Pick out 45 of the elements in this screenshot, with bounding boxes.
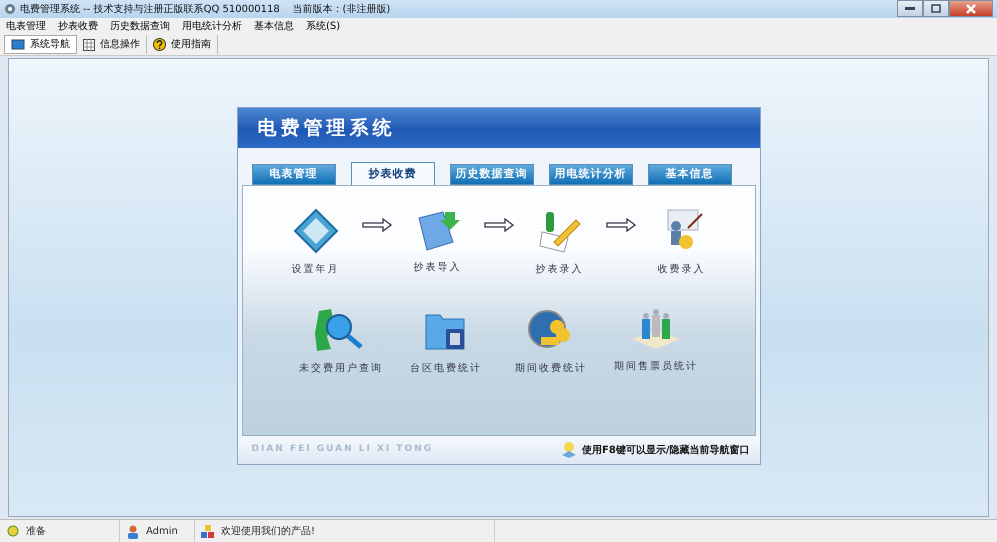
function-item[interactable]: 抄表录入: [520, 208, 600, 277]
status-text: 准备: [26, 524, 46, 539]
hint-text: 使用F8键可以显示/隐藏当前导航窗口: [582, 443, 750, 458]
lightbulb-icon: [560, 441, 578, 460]
function-item[interactable]: 设置年月: [276, 208, 356, 277]
function-item[interactable]: 未交费用户查询: [288, 307, 394, 376]
menu-item[interactable]: 用电统计分析: [182, 18, 242, 34]
function-item[interactable]: 期间收费统计: [498, 307, 604, 376]
minimize-icon: [905, 6, 915, 10]
toolbar-button[interactable]: 使用指南: [147, 35, 218, 54]
status-ready-icon: [6, 524, 20, 538]
function-item[interactable]: 期间售票员统计: [604, 307, 708, 374]
brand-text: DIAN FEI GUAN LI XI TONG: [252, 443, 434, 456]
close-button[interactable]: [949, 0, 993, 17]
panel-tab[interactable]: 基本信息: [648, 164, 732, 185]
panel-title: 电费管理系统: [238, 108, 760, 148]
arrow-icon: [362, 218, 392, 232]
grid-icon: [83, 38, 95, 50]
function-item[interactable]: 收费录入: [642, 208, 722, 277]
toolbar-button[interactable]: 信息操作: [77, 35, 147, 54]
status-text: Admin: [146, 525, 178, 539]
app-icon: [4, 3, 16, 15]
menu-item[interactable]: 抄表收费: [58, 18, 98, 34]
menu-item[interactable]: 电表管理: [6, 18, 46, 34]
help-icon: [153, 38, 166, 51]
diamond-frame-icon: [292, 208, 338, 254]
status-text: 欢迎使用我们的产品!: [221, 524, 316, 539]
arrow-icon: [606, 218, 636, 232]
menu-item[interactable]: 历史数据查询: [110, 18, 170, 34]
people-group-icon: [630, 307, 682, 351]
function-item[interactable]: 抄表导入: [398, 208, 478, 275]
maximize-button[interactable]: [923, 0, 949, 17]
arrow-icon: [484, 218, 514, 232]
close-icon: [966, 4, 976, 14]
minimize-button[interactable]: [897, 0, 923, 17]
maximize-icon: [931, 4, 941, 13]
panel-tab[interactable]: 抄表收费: [350, 162, 434, 185]
monitor-icon: [11, 38, 25, 50]
user-icon: [126, 524, 140, 538]
window-title: 电费管理系统 -- 技术支持与注册正版联系QQ 510000118 当前版本：(非注册版): [20, 2, 390, 16]
menu-item[interactable]: 系统(S): [306, 18, 340, 34]
menu-item[interactable]: 基本信息: [254, 18, 294, 34]
toolbar-button[interactable]: 系统导航: [4, 35, 77, 54]
cubes-icon: [201, 524, 215, 538]
function-item[interactable]: 台区电费统计: [394, 307, 498, 376]
